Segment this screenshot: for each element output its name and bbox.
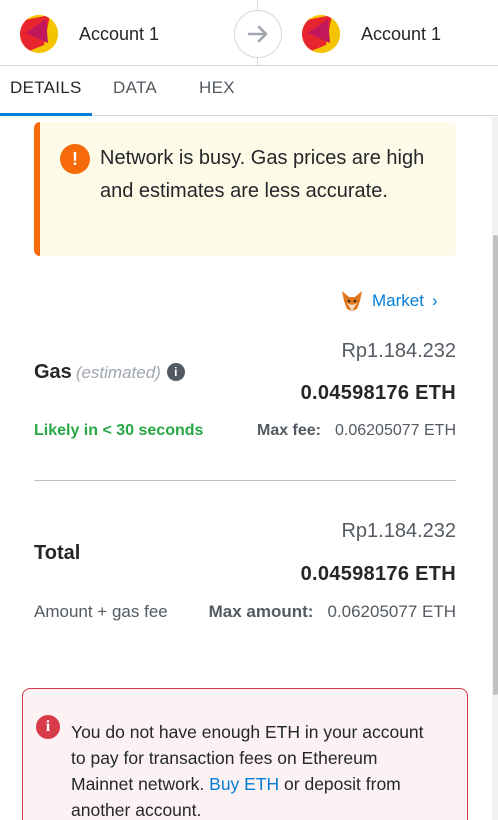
to-account-avatar [302, 15, 340, 53]
from-account-avatar [20, 15, 58, 53]
arrow-right-icon [234, 10, 282, 58]
error-text: You do not have enough ETH in your accou… [71, 719, 431, 820]
transaction-header: Account 1 Account 1 [0, 0, 498, 66]
gas-time-estimate: Likely in < 30 seconds [34, 422, 204, 439]
to-account[interactable]: Account 1 [302, 14, 441, 54]
to-account-name: Account 1 [361, 23, 442, 44]
gas-label-row: Gas (estimated) i [34, 361, 185, 384]
insufficient-funds-error: i You do not have enough ETH in your acc… [22, 688, 468, 820]
total-fiat-value: Rp1.184.232 [341, 520, 456, 542]
max-fee-value: 0.06205077 ETH [335, 422, 456, 439]
max-fee-label: Max fee: [256, 422, 322, 439]
gas-estimated-label: (estimated) [75, 363, 161, 382]
section-divider [34, 480, 456, 481]
from-account-name: Account 1 [79, 23, 160, 44]
total-subtitle: Amount + gas fee [34, 602, 168, 621]
max-amount-line: Max amount: 0.06205077 ETH [209, 602, 456, 622]
exclamation-icon: ! [60, 144, 90, 174]
scrollbar-thumb[interactable] [493, 235, 498, 695]
total-label: Total [34, 542, 81, 564]
tab-hex[interactable]: HEX [199, 78, 235, 98]
buy-eth-link[interactable]: Buy ETH [209, 774, 279, 794]
market-gas-option-link[interactable]: Market › [340, 288, 438, 314]
gas-eth-value: 0.04598176 ETH [300, 382, 456, 404]
fox-icon [342, 291, 362, 311]
chevron-right-icon: › [431, 291, 438, 310]
network-busy-warning: ! Network is busy. Gas prices are high a… [34, 122, 456, 256]
gas-label: Gas [34, 361, 72, 383]
warning-text: Network is busy. Gas prices are high and… [100, 147, 425, 202]
max-amount-value: 0.06205077 ETH [327, 602, 456, 621]
info-icon[interactable]: i [166, 363, 185, 381]
tab-details[interactable]: DETAILS [10, 78, 82, 98]
active-tab-indicator [0, 113, 92, 116]
from-account[interactable]: Account 1 [20, 14, 159, 54]
info-icon: i [36, 715, 60, 739]
max-amount-label: Max amount: [208, 602, 314, 621]
market-label: Market [372, 291, 424, 310]
gas-fiat-value: Rp1.184.232 [341, 340, 456, 362]
tab-data[interactable]: DATA [113, 78, 157, 98]
max-fee-line: Max fee: 0.06205077 ETH [257, 422, 456, 440]
tab-bar: DETAILS DATA HEX [0, 66, 498, 116]
total-eth-value: 0.04598176 ETH [300, 563, 456, 585]
